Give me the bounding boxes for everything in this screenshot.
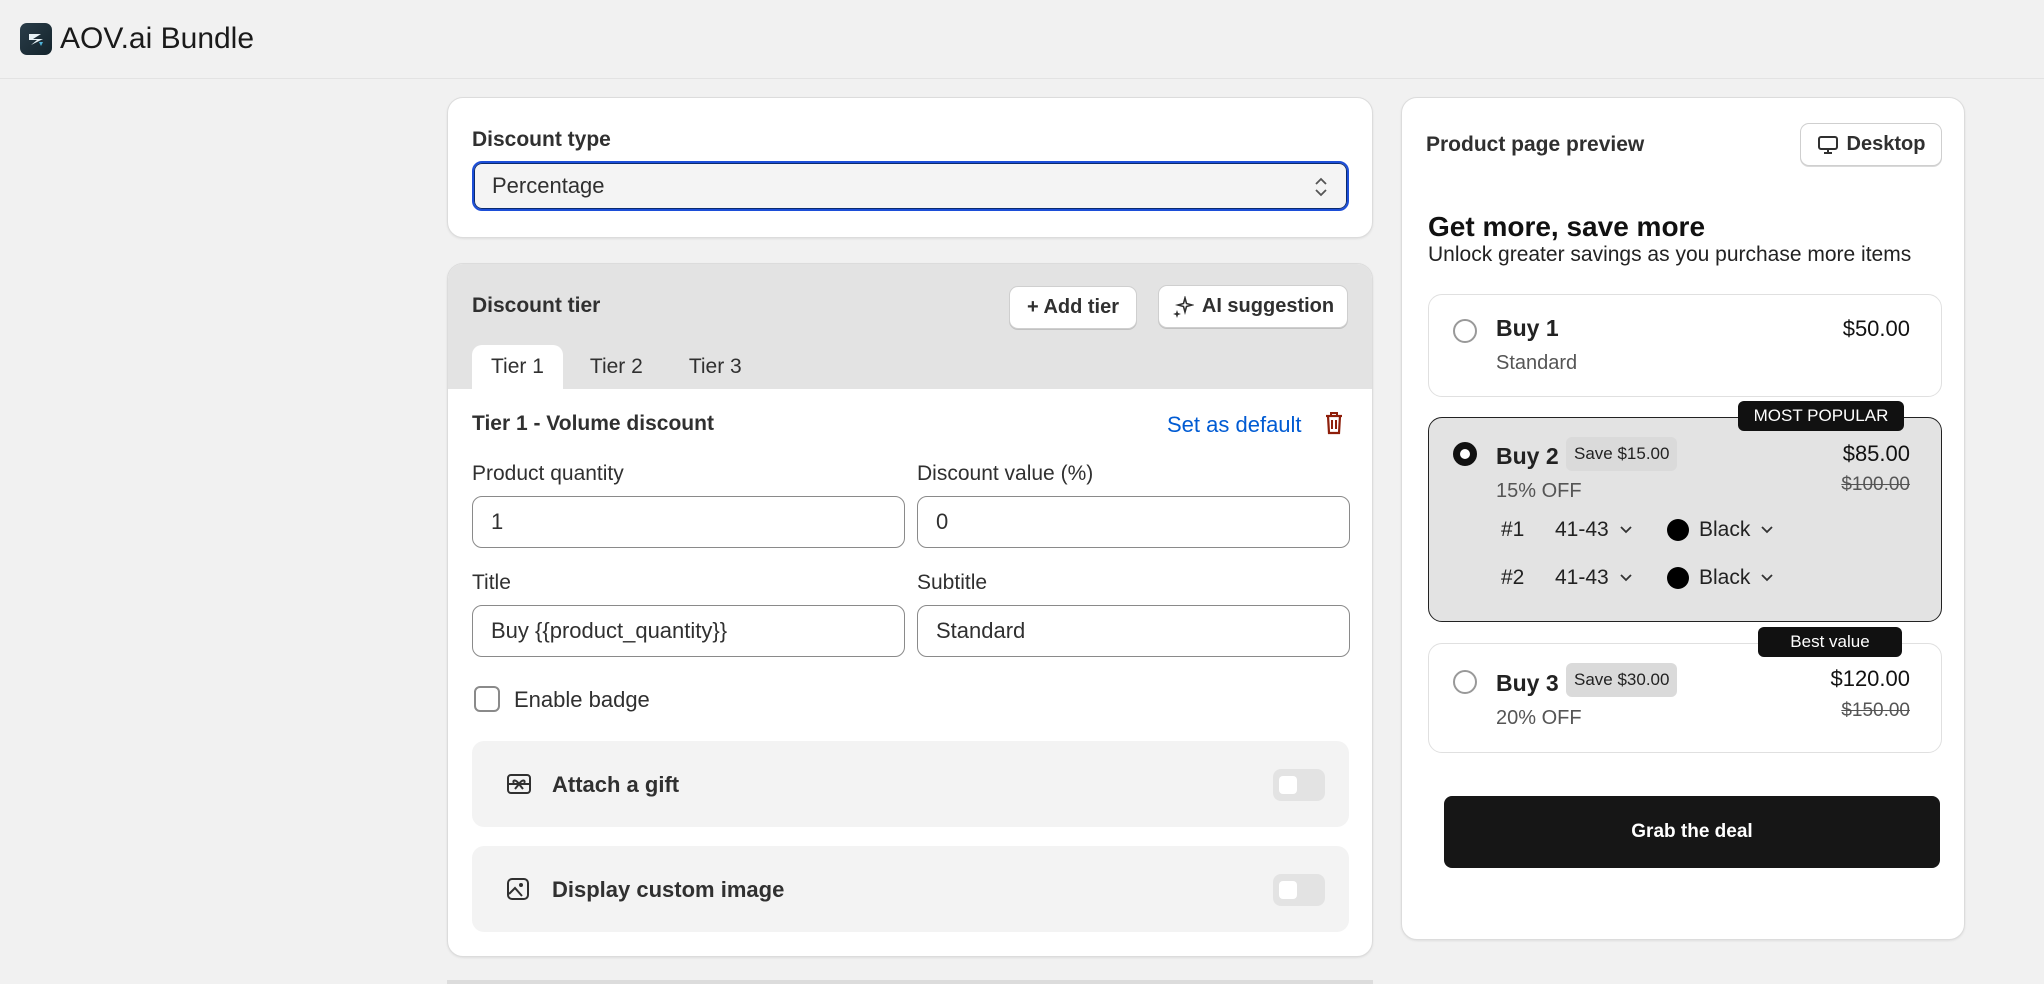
color-value: Black [1699, 518, 1751, 541]
variant-row-2: #2 41-43 Black [1501, 566, 1774, 590]
product-quantity-input[interactable]: 1 [472, 496, 905, 548]
set-as-default-link[interactable]: Set as default [1167, 412, 1302, 438]
chevron-down-icon [1620, 574, 1632, 582]
size-select[interactable]: 41-43 [1555, 566, 1667, 590]
discount-tier-label: Discount tier [472, 294, 601, 317]
title-input[interactable]: Buy {{product_quantity}} [472, 605, 905, 657]
most-popular-badge: MOST POPULAR [1738, 401, 1904, 431]
color-value: Black [1699, 566, 1751, 589]
bundle-option-2[interactable]: Buy 2 Save $15.00 15% OFF $85.00 $100.00… [1428, 417, 1942, 622]
preview-title: Product page preview [1426, 133, 1645, 156]
desktop-view-label: Desktop [1846, 133, 1926, 155]
tab-tier-2[interactable]: Tier 2 [571, 345, 662, 389]
add-tier-button[interactable]: + Add tier [1009, 286, 1137, 329]
top-bar: AOV.ai Bundle [0, 0, 2044, 79]
grab-deal-button[interactable]: Grab the deal [1444, 796, 1940, 868]
preview-card: Product page preview Desktop Get more, s… [1401, 97, 1965, 940]
discount-type-label: Discount type [472, 128, 611, 151]
size-value: 41-43 [1555, 566, 1609, 589]
option-name: Buy 2 [1496, 443, 1559, 469]
attach-gift-label: Attach a gift [552, 772, 680, 797]
tier-header: Discount tier + Add tier AI suggestion T… [448, 264, 1372, 389]
subtitle-label: Subtitle [917, 571, 988, 594]
chevron-down-icon [1761, 574, 1773, 582]
best-value-badge: Best value [1758, 627, 1902, 657]
size-select[interactable]: 41-43 [1555, 518, 1667, 542]
ai-suggestion-label: AI suggestion [1201, 295, 1335, 317]
variant-row-1: #1 41-43 Black [1501, 518, 1774, 542]
discount-type-value: Percentage [492, 173, 605, 198]
save-tag: Save $15.00 [1566, 437, 1678, 471]
bundle-option-1[interactable]: Buy 1 Standard $50.00 [1428, 294, 1942, 397]
option-old-price: $150.00 [1841, 700, 1910, 721]
enable-badge-label: Enable badge [514, 687, 650, 712]
option-subtitle: 20% OFF [1496, 707, 1582, 729]
app-logo-icon [20, 23, 52, 55]
color-swatch [1667, 567, 1689, 589]
discount-type-select[interactable]: Percentage [472, 161, 1349, 211]
variant-index: #1 [1501, 518, 1525, 541]
attach-gift-row: Attach a gift [472, 741, 1349, 827]
title-label: Title [472, 571, 511, 594]
option-radio[interactable] [1453, 670, 1477, 694]
ai-suggestion-button[interactable]: AI suggestion [1158, 285, 1348, 328]
option-price: $85.00 [1842, 441, 1910, 466]
option-radio[interactable] [1453, 442, 1477, 466]
option-subtitle: 15% OFF [1496, 480, 1582, 502]
discount-type-card: Discount type Percentage [447, 97, 1373, 238]
sparkle-icon [1172, 295, 1194, 318]
app-title: AOV.ai Bundle [60, 22, 255, 55]
size-value: 41-43 [1555, 518, 1609, 541]
variant-index: #2 [1501, 566, 1525, 589]
bundle-option-3[interactable]: Buy 3 Save $30.00 20% OFF $120.00 $150.0… [1428, 643, 1942, 753]
tab-tier-1[interactable]: Tier 1 [472, 345, 563, 389]
option-radio[interactable] [1453, 319, 1477, 343]
color-select[interactable]: Black [1667, 566, 1774, 590]
tab-tier-3[interactable]: Tier 3 [670, 345, 761, 389]
color-swatch [1667, 519, 1689, 541]
save-tag: Save $30.00 [1566, 663, 1678, 697]
chevron-down-icon [1761, 526, 1773, 534]
product-quantity-label: Product quantity [472, 462, 624, 485]
option-name: Buy 1 [1496, 315, 1559, 341]
attach-gift-toggle[interactable] [1273, 769, 1325, 801]
color-select[interactable]: Black [1667, 518, 1774, 542]
option-name: Buy 3 [1496, 670, 1559, 696]
option-price: $50.00 [1842, 316, 1910, 341]
option-old-price: $100.00 [1841, 474, 1910, 495]
next-card-edge [447, 980, 1373, 984]
gift-icon [507, 774, 531, 794]
preview-subheadline: Unlock greater savings as you purchase m… [1428, 243, 1912, 266]
tier-title: Tier 1 - Volume discount [472, 412, 714, 435]
discount-value-input[interactable]: 0 [917, 496, 1350, 548]
preview-headline: Get more, save more [1428, 211, 1706, 242]
custom-image-row: Display custom image [472, 846, 1349, 932]
subtitle-input[interactable]: Standard [917, 605, 1350, 657]
select-chevron-icon [1315, 177, 1327, 197]
chevron-down-icon [1620, 526, 1632, 534]
option-price: $120.00 [1830, 666, 1910, 691]
delete-tier-icon[interactable] [1322, 410, 1346, 441]
custom-image-toggle[interactable] [1273, 874, 1325, 906]
option-subtitle: Standard [1496, 352, 1578, 374]
desktop-icon [1817, 135, 1838, 154]
custom-image-label: Display custom image [552, 877, 785, 902]
tier-tabs: Tier 1 Tier 2 Tier 3 [472, 345, 761, 389]
image-icon [507, 878, 529, 900]
discount-tier-card: Discount tier + Add tier AI suggestion T… [447, 263, 1373, 957]
discount-value-label: Discount value (%) [917, 462, 1094, 485]
enable-badge-checkbox[interactable] [474, 686, 500, 712]
desktop-view-button[interactable]: Desktop [1800, 123, 1942, 166]
